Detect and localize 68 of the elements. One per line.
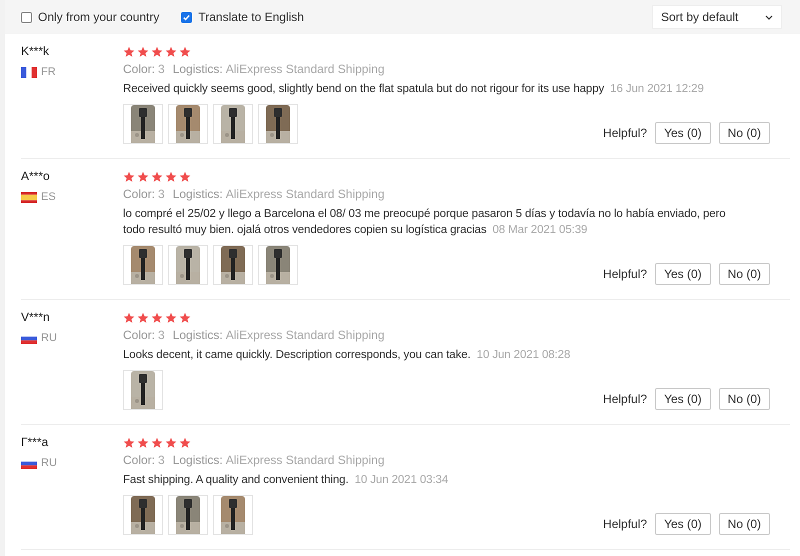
attribute-label: Color:	[123, 187, 156, 202]
no-vote-button[interactable]: No (0)	[718, 122, 770, 144]
star-icon	[165, 312, 177, 324]
reviewer-name: Г***a	[21, 435, 50, 450]
attribute-value: 3	[158, 453, 165, 468]
attribute-value: AliExpress Standard Shipping	[226, 187, 384, 202]
star-icon	[165, 46, 177, 58]
yes-vote-button[interactable]: Yes (0)	[655, 122, 711, 144]
attribute-label: Color:	[123, 453, 156, 468]
star-icon	[165, 437, 177, 449]
no-vote-button[interactable]: No (0)	[718, 513, 770, 535]
reviewer-name: A***o	[21, 169, 51, 184]
checkbox-label: Translate to English	[198, 9, 304, 26]
checkbox[interactable]	[21, 12, 32, 22]
attribute-label: Logistics:	[172, 328, 223, 343]
star-icon	[179, 437, 191, 449]
country-code: RU	[41, 331, 57, 346]
star-icon	[137, 312, 149, 324]
checkbox[interactable]	[181, 12, 192, 22]
star-icon	[123, 437, 135, 449]
no-vote-button[interactable]: No (0)	[718, 263, 770, 285]
attribute-value: 3	[158, 328, 165, 343]
star-icon	[137, 171, 149, 183]
attribute-value: 3	[158, 62, 165, 77]
country-code: ES	[41, 190, 56, 205]
yes-vote-button[interactable]: Yes (0)	[655, 513, 711, 535]
attribute-value: 3	[158, 187, 165, 202]
star-icon	[179, 46, 191, 58]
helpful-label: Helpful?	[603, 266, 648, 282]
star-icon	[165, 171, 177, 183]
yes-vote-button[interactable]: Yes (0)	[655, 388, 711, 410]
attribute-label: Logistics:	[172, 187, 223, 202]
yes-vote-button[interactable]: Yes (0)	[655, 263, 711, 285]
star-icon	[151, 171, 163, 183]
review-text: Received quickly seems good, slightly bend on the flat spatula but do not rigour for its use happy 16 Jun 2021 12:29	[123, 82, 705, 97]
attribute-label: Logistics:	[172, 453, 223, 468]
star-icon	[179, 171, 191, 183]
country-code: RU	[41, 456, 57, 471]
attribute-value: AliExpress Standard Shipping	[226, 62, 384, 77]
review-text: lo compré el 25/02 y llego a Barcelona el 08/ 03 me preocupé porque pasaron 5 días y todavía no lo había enviado, pero todo resultó muy bien. ojalá otros vendedores copien su logística gracias 08 Mar 2021 05:39	[123, 207, 727, 238]
helpful-label: Helpful?	[603, 516, 648, 532]
review-text: Looks decent, it came quickly. Description corresponds, you can take. 10 Jun 2021 08:28	[123, 348, 572, 363]
flag-icon	[21, 67, 37, 78]
attribute-label: Color:	[123, 62, 156, 77]
helpful-label: Helpful?	[603, 392, 648, 406]
star-icon	[151, 312, 163, 324]
helpful-label: Helpful?	[603, 126, 648, 140]
star-icon	[123, 312, 135, 324]
flag-icon	[21, 192, 37, 203]
star-icon	[123, 46, 135, 58]
attribute-label: Logistics:	[172, 62, 223, 77]
attribute-value: AliExpress Standard Shipping	[226, 453, 384, 468]
star-icon	[137, 46, 149, 58]
attribute-label: Color:	[123, 328, 156, 343]
star-icon	[137, 437, 149, 449]
country-code: FR	[41, 65, 56, 80]
review-text: Fast shipping. A quality and convenient thing. 10 Jun 2021 03:34	[123, 473, 450, 488]
star-icon	[151, 46, 163, 58]
star-icon	[179, 312, 191, 324]
no-vote-button[interactable]: No (0)	[718, 388, 770, 410]
reviewer-name: V***n	[21, 310, 51, 325]
checkbox-label: Only from your country	[38, 9, 160, 26]
star-icon	[123, 171, 135, 183]
chevron-down-icon	[765, 14, 773, 20]
attribute-value: AliExpress Standard Shipping	[226, 328, 384, 343]
sort-dropdown[interactable]: Sort by default	[652, 5, 782, 29]
reviewer-name: K***k	[21, 44, 50, 59]
star-icon	[151, 437, 163, 449]
